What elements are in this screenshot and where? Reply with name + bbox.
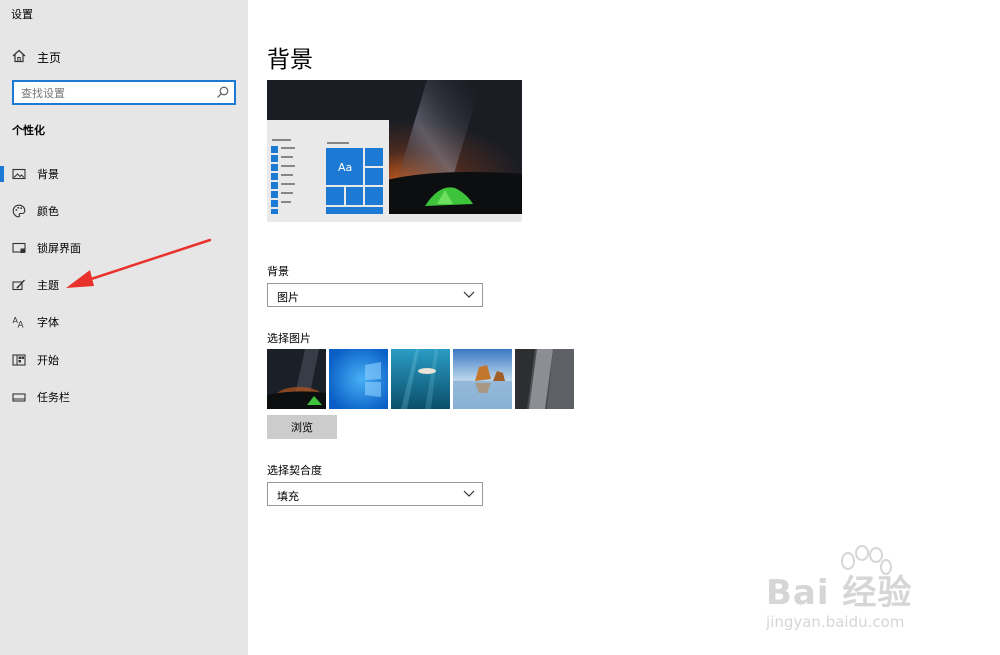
preview-taskbar — [267, 214, 522, 222]
start-menu-icon — [12, 354, 26, 366]
thumbnail-underwater[interactable] — [391, 349, 450, 409]
background-type-value: 图片 — [277, 291, 299, 304]
sidebar-item-label: 开始 — [37, 354, 59, 367]
baidu-watermark: Bai 经验 jingyan.baidu.com — [760, 545, 960, 640]
taskbar-icon — [12, 393, 26, 402]
fit-select[interactable]: 填充 — [267, 482, 483, 506]
chevron-down-icon — [463, 291, 475, 298]
selected-indicator — [0, 166, 4, 182]
sidebar-item-label: 任务栏 — [37, 391, 70, 404]
fit-value: 填充 — [277, 490, 299, 503]
thumbnail-rock-cliff[interactable] — [515, 349, 574, 409]
palette-icon — [12, 204, 26, 218]
search-input[interactable] — [21, 85, 211, 101]
sidebar-item-label: 字体 — [37, 316, 59, 329]
background-preview: Aa — [267, 80, 522, 214]
theme-brush-icon — [12, 279, 25, 291]
sidebar-item-fonts[interactable]: A A 字体 — [0, 307, 248, 337]
background-type-select[interactable]: 图片 — [267, 283, 483, 307]
picture-icon — [12, 168, 26, 180]
sidebar-item-background[interactable]: 背景 — [0, 159, 248, 189]
chevron-down-icon — [463, 490, 475, 497]
thumbnail-windows-blue[interactable] — [329, 349, 388, 409]
sidebar-item-start[interactable]: 开始 — [0, 345, 248, 375]
search-icon[interactable] — [216, 86, 229, 99]
watermark-url: jingyan.baidu.com — [766, 613, 905, 631]
sidebar-item-taskbar[interactable]: 任务栏 — [0, 382, 248, 412]
background-label: 背景 — [267, 265, 289, 278]
svg-text:A: A — [18, 321, 25, 330]
thumbnail-night-sky[interactable] — [267, 349, 326, 409]
watermark-brand: Bai 经验 — [766, 573, 913, 613]
sidebar-item-colors[interactable]: 颜色 — [0, 196, 248, 226]
home-icon — [12, 49, 26, 63]
page-title: 背景 — [267, 47, 313, 73]
section-title: 个性化 — [12, 124, 45, 137]
preview-tile-label: Aa — [338, 161, 353, 174]
thumbnail-beach-rocks[interactable] — [453, 349, 512, 409]
sidebar: 设置 主页 个性化 背景 颜色 — [0, 0, 248, 655]
font-icon: A A — [13, 316, 25, 330]
search-box[interactable] — [12, 80, 236, 105]
app-title: 设置 — [11, 8, 33, 21]
browse-button[interactable]: 浏览 — [267, 415, 337, 439]
sidebar-item-label: 背景 — [37, 168, 59, 181]
home-nav-item[interactable]: 主页 — [0, 44, 248, 70]
sidebar-item-label: 颜色 — [37, 205, 59, 218]
annotation-arrow — [66, 238, 212, 288]
fit-label: 选择契合度 — [267, 464, 322, 477]
home-label: 主页 — [37, 51, 62, 65]
choose-picture-label: 选择图片 — [267, 332, 311, 345]
sidebar-item-label: 主题 — [37, 279, 59, 292]
lock-screen-icon — [12, 242, 26, 253]
